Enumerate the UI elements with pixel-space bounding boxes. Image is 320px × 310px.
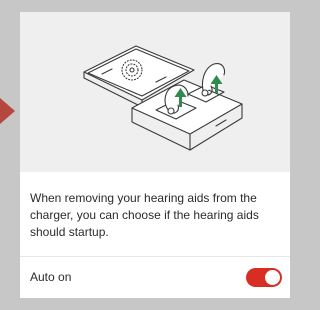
charger-case-illustration bbox=[83, 45, 243, 151]
pointer-arrow-icon bbox=[0, 98, 15, 124]
hearing-aid-startup-card: When removing your hearing aids from the… bbox=[20, 12, 290, 298]
auto-on-label: Auto on bbox=[30, 270, 72, 284]
charger-illustration bbox=[20, 12, 290, 172]
auto-on-setting-row: Auto on bbox=[20, 257, 290, 298]
startup-description: When removing your hearing aids from the… bbox=[30, 191, 259, 239]
auto-on-toggle[interactable] bbox=[246, 268, 282, 287]
toggle-knob bbox=[265, 270, 280, 285]
